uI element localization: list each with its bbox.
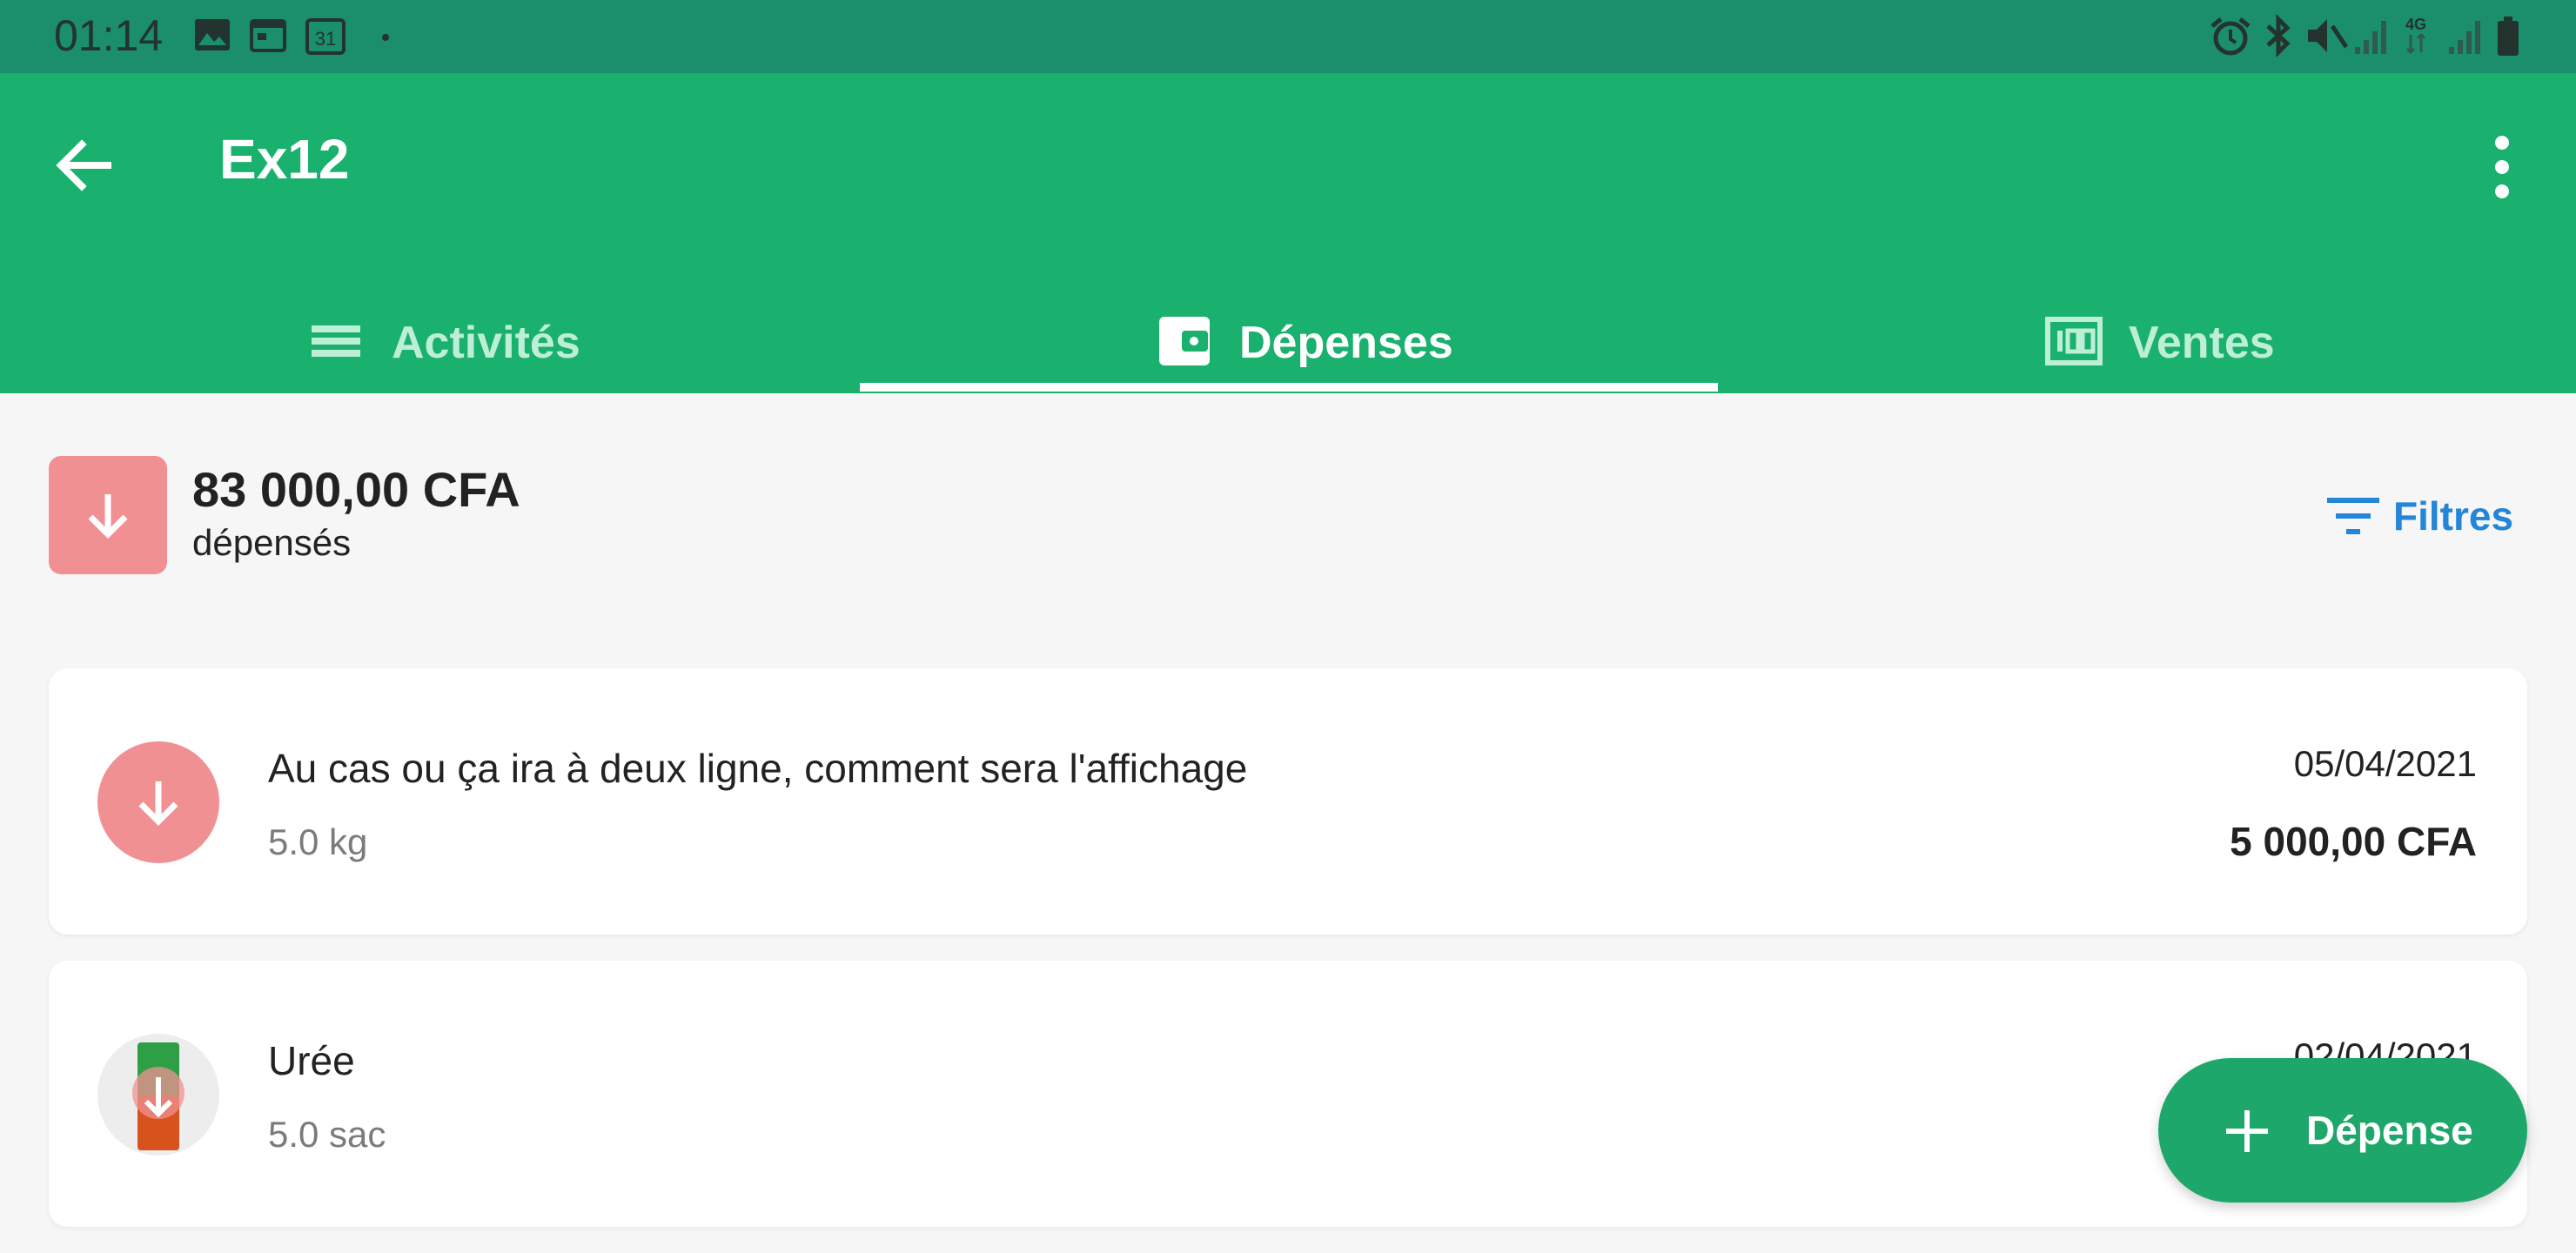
active-tab-indicator xyxy=(860,383,1718,392)
expense-title: Au cas ou ça ira à deux ligne, comment s… xyxy=(268,746,1248,791)
more-vertical-icon xyxy=(2495,136,2509,198)
expense-amount: 5 000,00 CFA xyxy=(2230,819,2477,864)
expense-card[interactable]: Au cas ou ça ira à deux ligne, comment s… xyxy=(49,668,2527,935)
filter-label: Filtres xyxy=(2393,493,2514,539)
battery-icon xyxy=(2498,17,2519,56)
expense-product-image xyxy=(97,1034,219,1156)
tab-label: Activités xyxy=(392,318,580,368)
list-icon xyxy=(312,325,360,357)
wallet-icon xyxy=(1159,317,1210,365)
expense-title: Urée xyxy=(268,1038,355,1083)
arrow-down-icon xyxy=(138,781,178,826)
signal-icon xyxy=(2355,21,2386,54)
tab-depenses[interactable]: Dépenses xyxy=(860,282,1718,393)
add-expense-button[interactable]: Dépense xyxy=(2158,1058,2527,1203)
total-expense-amount: 83 000,00 CFA xyxy=(192,462,520,517)
calendar-31-icon: 31 xyxy=(305,18,345,55)
app-header: Ex12 Activités Dépenses Ventes xyxy=(0,73,2576,393)
status-time: 01:14 xyxy=(54,11,164,60)
filter-icon xyxy=(2327,498,2379,534)
expense-quantity: 5.0 kg xyxy=(268,821,368,862)
expense-quantity: 5.0 sac xyxy=(268,1114,386,1155)
tab-ventes[interactable]: Ventes xyxy=(1718,282,2576,393)
svg-text:31: 31 xyxy=(315,28,336,50)
tab-label: Dépenses xyxy=(1239,318,1453,368)
product-bag-icon xyxy=(132,1042,184,1150)
image-icon xyxy=(195,19,230,50)
add-expense-label: Dépense xyxy=(2306,1108,2473,1153)
bluetooth-icon xyxy=(2266,14,2291,57)
plus-icon xyxy=(2226,1110,2268,1152)
mute-icon xyxy=(2308,19,2349,52)
tab-activites[interactable]: Activités xyxy=(0,282,858,393)
arrow-left-icon xyxy=(56,139,111,191)
status-bar: 01:14 31 4G xyxy=(0,0,2576,73)
calendar-icon xyxy=(250,19,286,52)
back-button[interactable] xyxy=(49,129,122,202)
signal-icon xyxy=(2449,21,2480,54)
dot-icon xyxy=(382,34,389,41)
arrow-down-icon xyxy=(88,494,128,539)
network-4g-icon: 4G xyxy=(2405,16,2426,55)
svg-text:4G: 4G xyxy=(2405,16,2426,33)
tab-label: Ventes xyxy=(2129,318,2275,368)
expense-summary-badge xyxy=(49,456,167,574)
total-expense-label: dépensés xyxy=(192,522,352,563)
expense-card[interactable]: Urée 5.0 sac 02/04/2021 xyxy=(49,961,2527,1227)
page-title: Ex12 xyxy=(219,128,350,191)
expense-icon-badge xyxy=(97,741,219,863)
cash-icon xyxy=(2045,317,2103,365)
alarm-icon xyxy=(2210,17,2251,56)
more-options-button[interactable] xyxy=(2472,125,2532,212)
expense-date: 05/04/2021 xyxy=(2293,743,2477,784)
